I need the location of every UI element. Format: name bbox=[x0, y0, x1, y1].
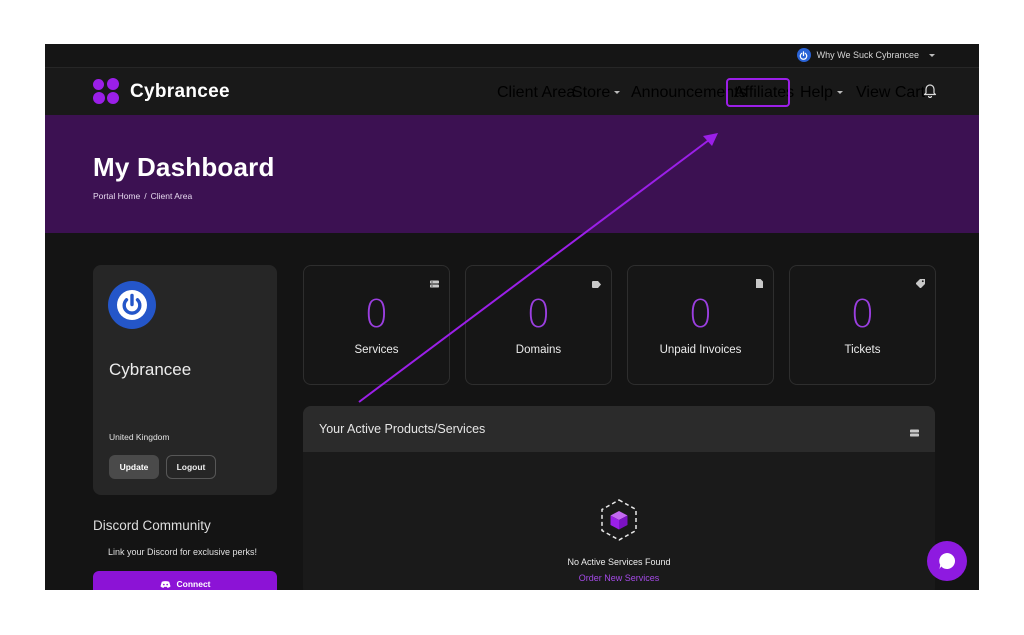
logo-mark-icon bbox=[93, 78, 120, 105]
breadcrumb-separator: / bbox=[144, 191, 147, 201]
stat-card-unpaid-invoices[interactable]: 0 Unpaid Invoices bbox=[627, 265, 774, 385]
brand-name: Cybrancee bbox=[130, 80, 230, 102]
stat-card-domains[interactable]: 0 Domains bbox=[465, 265, 612, 385]
server-icon bbox=[430, 275, 439, 293]
breadcrumb-current: Client Area bbox=[150, 191, 193, 201]
nav-item-view-cart[interactable]: View Cart bbox=[856, 84, 925, 102]
browser-viewport: Why We Suck Cybrancee Cybrancee Client A… bbox=[45, 44, 979, 590]
stat-value: 0 bbox=[688, 292, 713, 336]
chat-launcher-button[interactable] bbox=[927, 541, 967, 581]
main-navbar: Cybrancee Client Area Store Announcement… bbox=[45, 68, 979, 115]
chevron-down-icon bbox=[614, 91, 621, 95]
discord-text: Link your Discord for exclusive perks! bbox=[108, 547, 258, 557]
profile-name: Cybrancee bbox=[109, 360, 192, 379]
stat-card-tickets[interactable]: 0 Tickets bbox=[789, 265, 936, 385]
nav-label: Store bbox=[572, 84, 611, 101]
chevron-down-icon bbox=[836, 91, 843, 95]
profile-country: United Kingdom bbox=[109, 432, 170, 442]
empty-box-icon bbox=[599, 498, 639, 547]
nav-item-help[interactable]: Help bbox=[800, 84, 843, 102]
profile-card: Cybrancee United Kingdom Update Logout bbox=[93, 265, 277, 495]
nav-label: Client Area bbox=[497, 84, 576, 101]
panel-header: Your Active Products/Services bbox=[303, 406, 935, 452]
chevron-down-icon bbox=[929, 53, 935, 57]
power-icon bbox=[117, 290, 147, 320]
discord-title: Discord Community bbox=[93, 518, 211, 533]
page-title: My Dashboard bbox=[93, 152, 275, 182]
nav-label: View Cart bbox=[856, 84, 926, 101]
nav-item-store[interactable]: Store bbox=[572, 84, 621, 102]
brand-logo[interactable]: Cybrancee bbox=[93, 78, 230, 105]
affiliates-highlight-box bbox=[726, 78, 790, 107]
account-name: Why We Suck Cybrancee bbox=[816, 50, 919, 60]
order-new-services-link[interactable]: Order New Services bbox=[303, 573, 935, 583]
top-account-bar: Why We Suck Cybrancee bbox=[45, 44, 979, 68]
server-icon bbox=[910, 424, 919, 442]
connect-label: Connect bbox=[176, 579, 211, 589]
logout-button[interactable]: Logout bbox=[166, 455, 216, 479]
stat-label: Domains bbox=[515, 344, 562, 356]
update-button[interactable]: Update bbox=[109, 455, 159, 479]
dashboard-hero: My Dashboard Portal Home / Client Area bbox=[45, 115, 979, 233]
stat-value: 0 bbox=[850, 292, 875, 336]
stat-label: Services bbox=[354, 344, 399, 356]
empty-state-text: No Active Services Found bbox=[567, 557, 671, 567]
account-menu[interactable]: Why We Suck Cybrancee bbox=[796, 48, 935, 62]
discord-connect-button[interactable]: Connect bbox=[93, 571, 277, 590]
discord-icon bbox=[159, 580, 171, 588]
breadcrumb-home-link[interactable]: Portal Home bbox=[93, 191, 140, 201]
stat-label: Unpaid Invoices bbox=[659, 344, 742, 356]
nav-label: Help bbox=[800, 84, 833, 101]
tag-icon bbox=[592, 275, 601, 293]
stat-value: 0 bbox=[364, 292, 389, 336]
avatar bbox=[108, 281, 156, 329]
chat-icon bbox=[939, 553, 956, 569]
bell-icon[interactable] bbox=[923, 82, 937, 103]
stat-card-services[interactable]: 0 Services bbox=[303, 265, 450, 385]
nav-item-client-area[interactable]: Client Area bbox=[497, 84, 575, 102]
ticket-icon bbox=[915, 275, 925, 293]
document-icon bbox=[756, 275, 763, 293]
active-products-panel: Your Active Products/Services No Active … bbox=[303, 406, 935, 590]
panel-title: Your Active Products/Services bbox=[319, 422, 486, 436]
stat-value: 0 bbox=[526, 292, 551, 336]
breadcrumb: Portal Home / Client Area bbox=[93, 191, 192, 201]
power-icon bbox=[796, 48, 811, 62]
stat-label: Tickets bbox=[844, 344, 881, 356]
